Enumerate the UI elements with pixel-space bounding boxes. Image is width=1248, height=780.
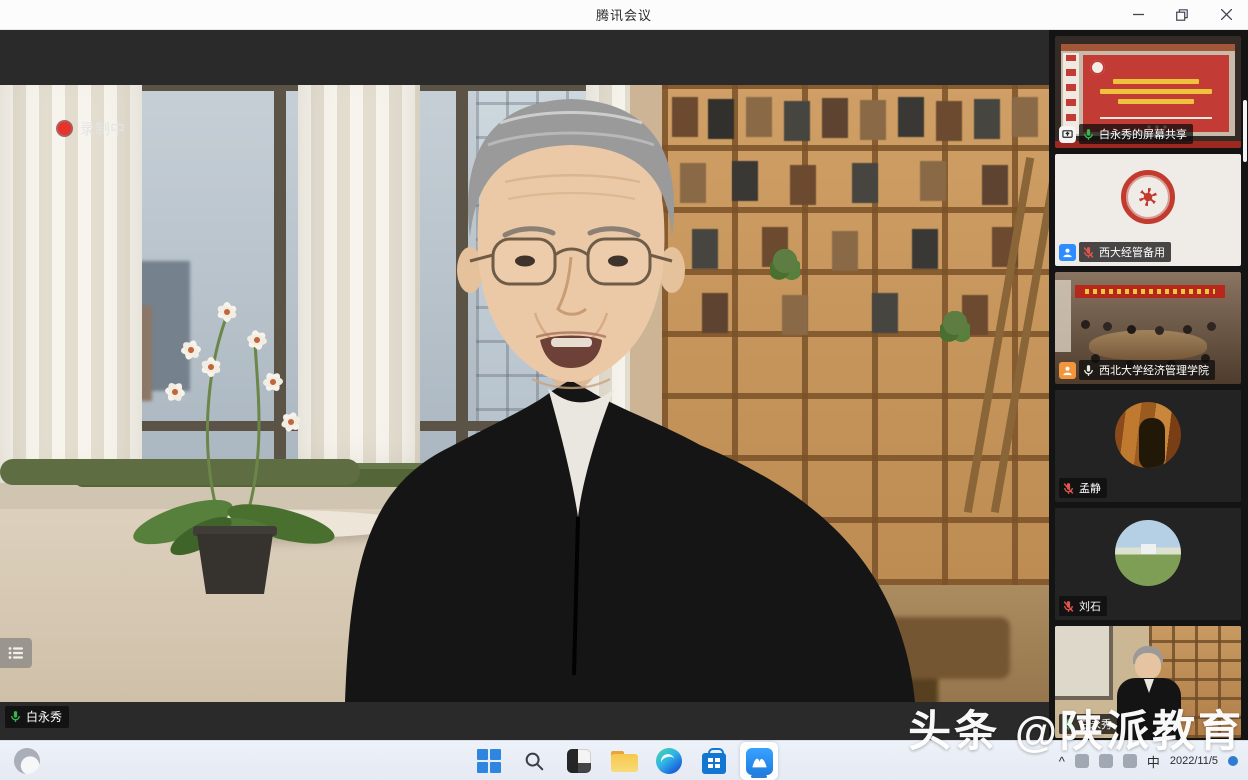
tencent-meeting-taskbar-button[interactable] [740, 742, 778, 780]
widgets-button[interactable] [560, 742, 598, 780]
restore-icon [1176, 9, 1188, 21]
participant-name: 孟静 [1079, 480, 1101, 496]
microphone-on-icon [1082, 364, 1095, 377]
user-icon [1059, 362, 1076, 379]
widgets-icon [567, 749, 591, 773]
recording-label: 录制中 [80, 118, 125, 139]
mini-window [1055, 626, 1113, 700]
mini-speaker-face [1135, 653, 1161, 679]
file-explorer-button[interactable] [605, 742, 643, 780]
active-app-indicator [751, 775, 767, 778]
participant-name-tag: 西大经管备用 [1059, 242, 1171, 262]
participant-name: 西大经管备用 [1099, 244, 1165, 260]
slide-title-line [1118, 99, 1194, 104]
participant-tile-screen-share[interactable]: 白永秀的屏幕共享 [1055, 36, 1241, 148]
logo-avatar [1121, 170, 1175, 224]
participant-name: 白永秀的屏幕共享 [1099, 126, 1187, 142]
participant-name-tag: 西北大学经济管理学院 [1059, 360, 1215, 380]
speaker-person [0, 85, 1049, 702]
slide-title-line [1100, 89, 1212, 94]
tencent-meeting-window: 腾讯会议 [0, 0, 1248, 780]
search-icon [523, 750, 545, 772]
speaker-name-tag: 白永秀 [5, 706, 69, 728]
participant-name: 西北大学经济管理学院 [1099, 362, 1209, 378]
participant-tile[interactable]: 西北大学经济管理学院 [1055, 272, 1241, 384]
title-bar: 腾讯会议 [0, 0, 1248, 30]
list-layout-icon [8, 646, 24, 660]
participant-name: 刘石 [1079, 598, 1101, 614]
edge-browser-icon [656, 748, 682, 774]
shared-window [1061, 44, 1235, 136]
recording-indicator: 录制中 [58, 118, 125, 139]
participant-tile[interactable]: 西大经管备用 [1055, 154, 1241, 266]
user-icon [1059, 244, 1076, 261]
microphone-on-icon [1082, 128, 1095, 141]
slide-logo [1090, 60, 1105, 75]
conference-table [1089, 330, 1207, 360]
microsoft-store-icon [702, 753, 726, 774]
room-window [1055, 280, 1071, 352]
windows-start-icon [477, 749, 501, 773]
microphone-muted-icon [1082, 246, 1095, 259]
slide-thumbnails [1063, 53, 1079, 134]
start-button[interactable] [470, 742, 508, 780]
restore-button[interactable] [1160, 0, 1204, 29]
file-explorer-icon [611, 751, 638, 772]
presentation-slide [1083, 55, 1229, 132]
slide-title-line [1113, 79, 1199, 84]
minimize-button[interactable] [1116, 0, 1160, 29]
participant-name-tag: 白永秀的屏幕共享 [1059, 124, 1193, 144]
participants-sidebar: 白永秀的屏幕共享 西大经管备用 [1055, 30, 1241, 740]
recording-dot-icon [58, 122, 71, 135]
tencent-meeting-icon [746, 748, 773, 775]
close-icon [1221, 9, 1232, 20]
window-controls [1116, 0, 1248, 29]
edge-button[interactable] [650, 742, 688, 780]
minimize-icon [1133, 9, 1144, 20]
microphone-muted-icon [1062, 600, 1075, 613]
slide-rule [1100, 117, 1212, 119]
window-title: 腾讯会议 [596, 5, 652, 24]
microsoft-store-button[interactable] [695, 742, 733, 780]
meeting-content: 录制中 白永秀 [0, 30, 1248, 740]
microphone-on-icon [9, 710, 22, 723]
weather-icon[interactable] [14, 748, 40, 774]
taskbar-center [470, 741, 778, 780]
room-banner [1075, 285, 1225, 298]
microphone-muted-icon [1062, 482, 1075, 495]
participant-name-tag: 孟静 [1059, 478, 1107, 498]
screen-share-icon [1059, 126, 1076, 143]
shared-app-bar [1061, 44, 1235, 51]
participant-avatar [1115, 402, 1181, 468]
participant-name-tag: 刘石 [1059, 596, 1107, 616]
watermark: 头条 @陕派教育 [908, 697, 1244, 759]
main-video-tile[interactable]: 录制中 白永秀 [0, 30, 1049, 740]
speaker-name: 白永秀 [26, 708, 62, 725]
room-attendees [1081, 320, 1090, 329]
participant-tile[interactable]: 孟静 [1055, 390, 1241, 502]
participant-avatar [1115, 520, 1181, 586]
speaker-video: 录制中 [0, 85, 1049, 702]
taskbar-left [14, 748, 40, 774]
sidebar-scrollbar[interactable] [1243, 100, 1247, 162]
close-button[interactable] [1204, 0, 1248, 29]
participant-tile[interactable]: 刘石 [1055, 508, 1241, 620]
layout-toggle-button[interactable] [0, 638, 32, 668]
search-button[interactable] [515, 742, 553, 780]
